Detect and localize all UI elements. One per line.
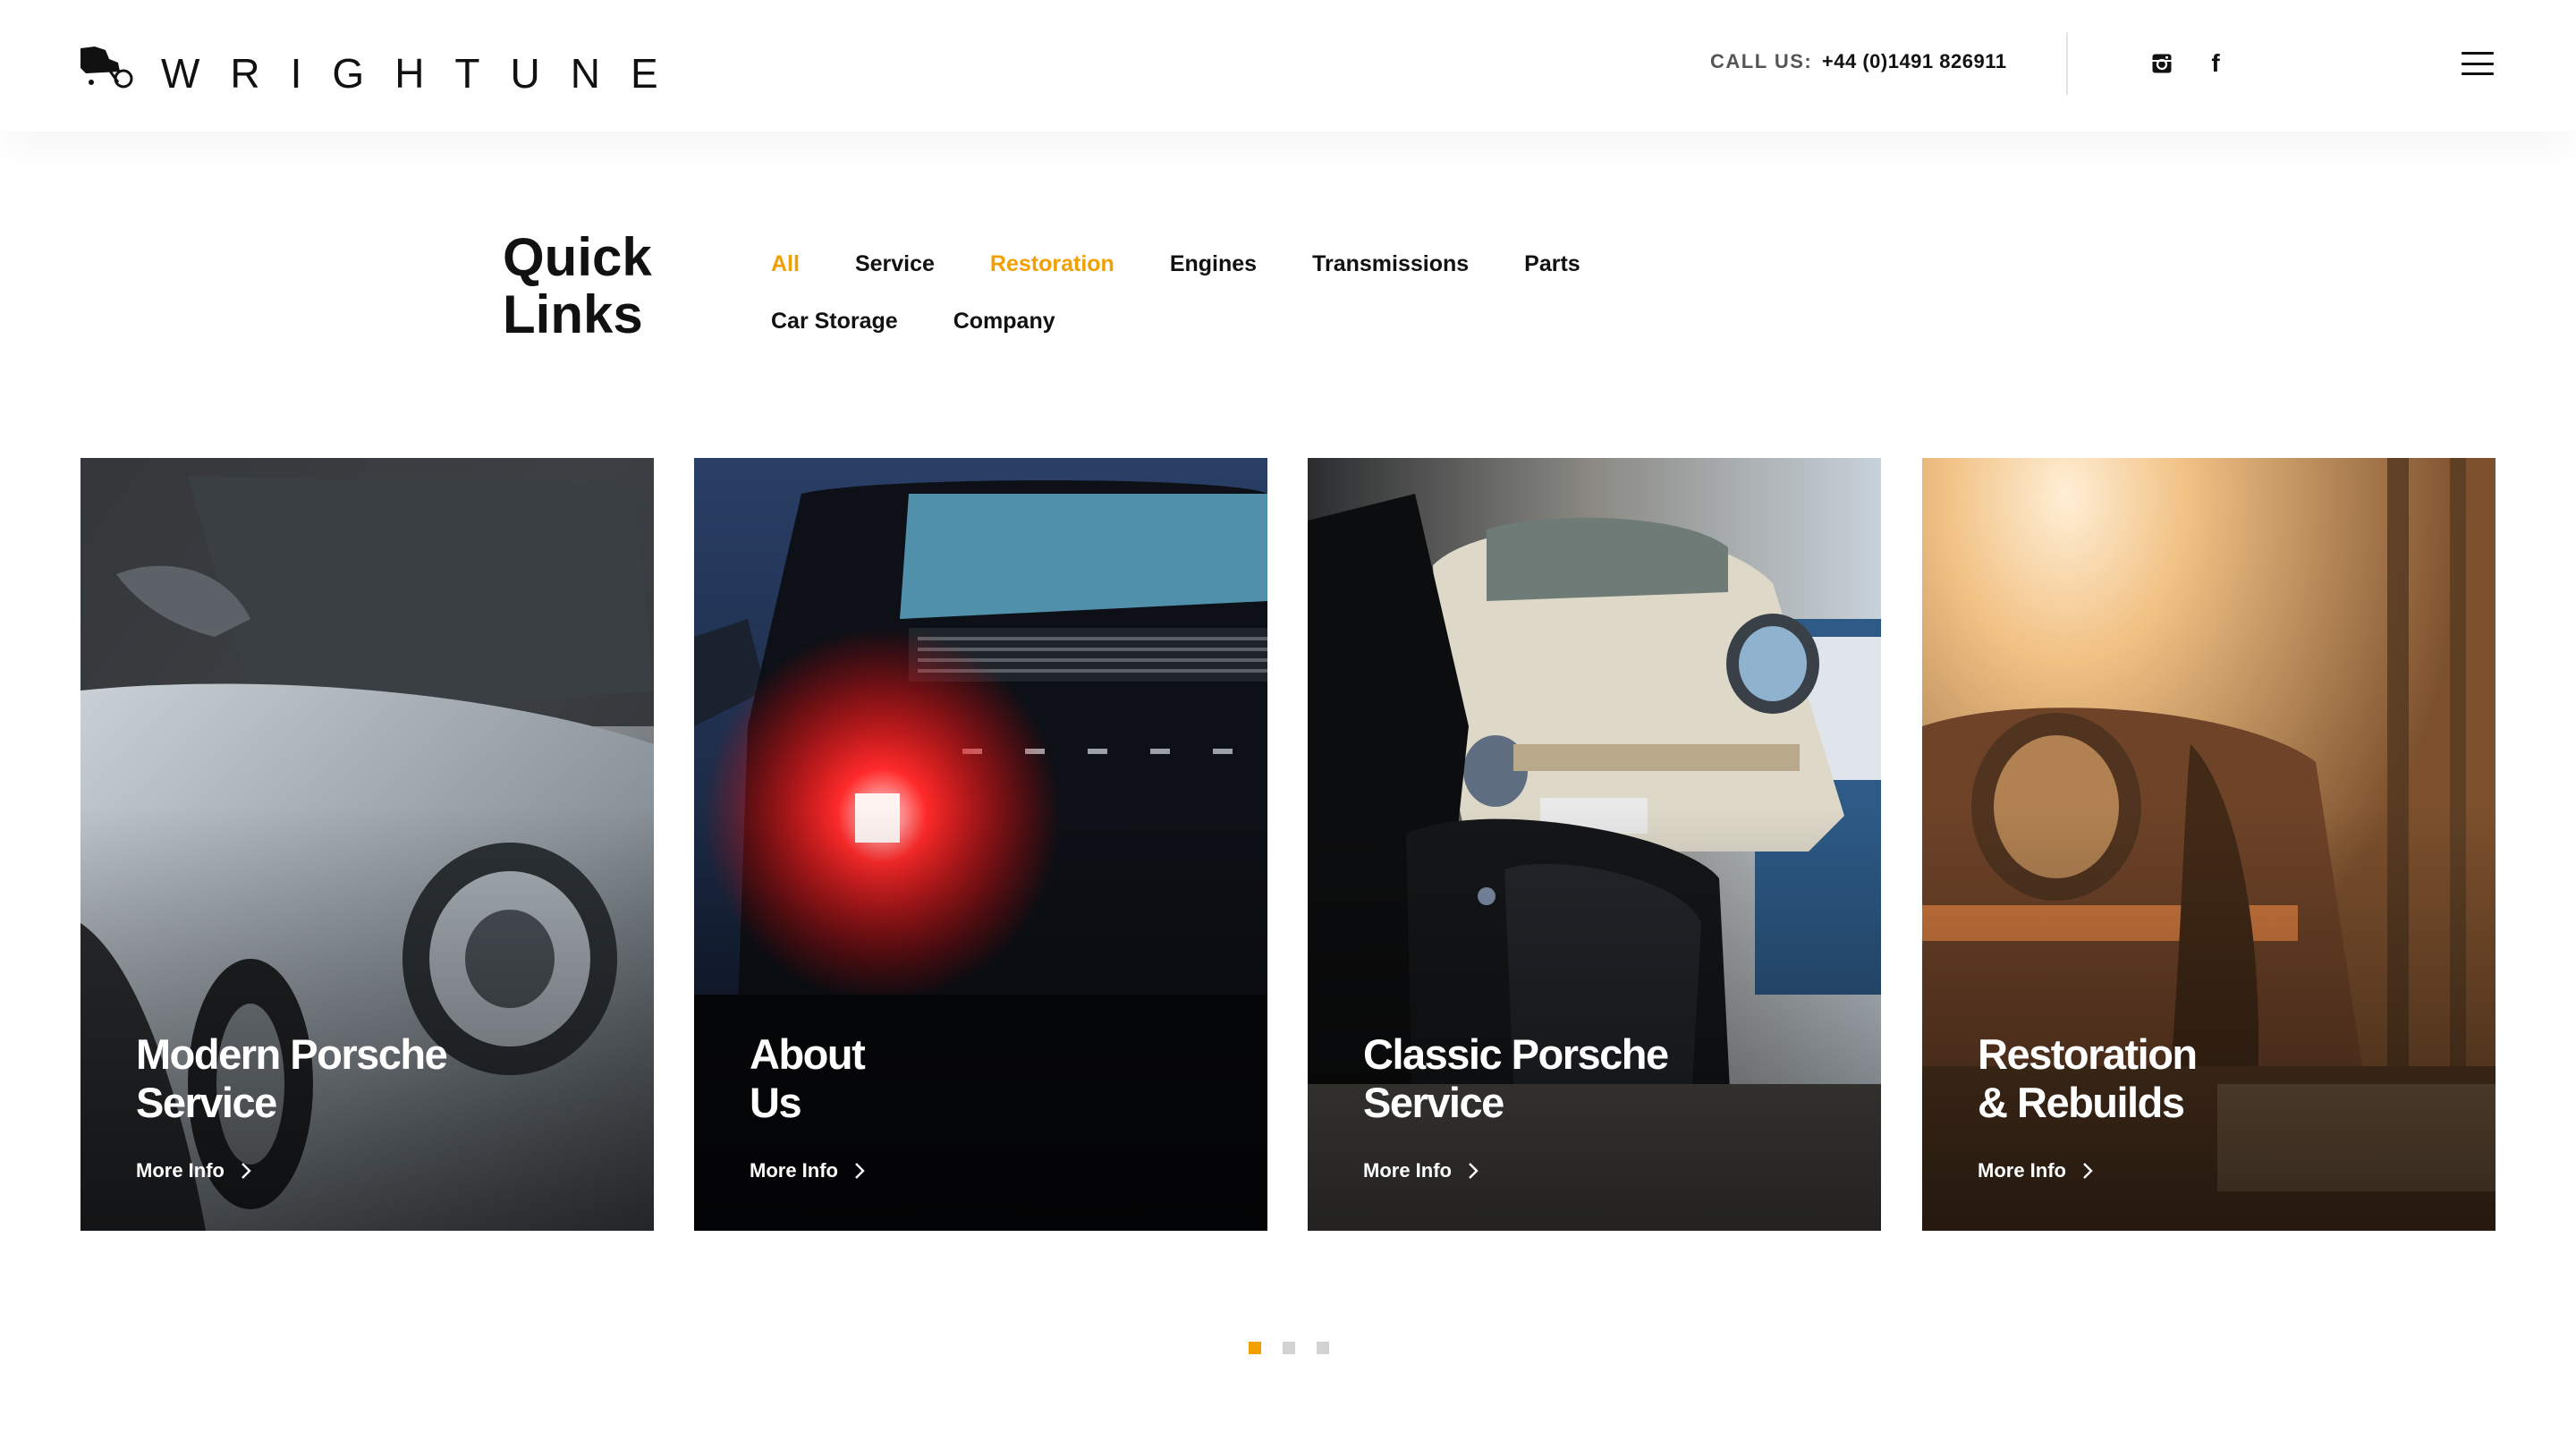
card-title-line2: Us — [750, 1079, 802, 1126]
more-info-label: More Info — [1363, 1159, 1452, 1182]
menu-line — [2462, 72, 2494, 75]
quick-links-title-line2: Links — [503, 284, 643, 344]
menu-line — [2462, 62, 2494, 65]
quick-link-car-storage[interactable]: Car Storage — [771, 308, 898, 335]
card-classic-porsche-service[interactable]: Classic Porsche Service More Info — [1308, 458, 1881, 1231]
more-info-link[interactable]: More Info — [750, 1159, 867, 1182]
chevron-right-icon — [242, 1163, 251, 1179]
more-info-link[interactable]: More Info — [1978, 1159, 2095, 1182]
card-about-us[interactable]: About Us More Info — [694, 458, 1267, 1231]
card-title-line1: Modern Porsche — [136, 1030, 448, 1078]
instagram-link[interactable] — [2150, 52, 2174, 75]
quick-links-nav: All Service Restoration Engines Transmis… — [771, 250, 1665, 335]
pager-dot-3[interactable] — [1317, 1342, 1329, 1354]
menu-line — [2462, 52, 2494, 55]
chevron-right-icon — [855, 1163, 865, 1179]
card-title: About Us — [750, 1030, 1215, 1127]
service-cards: Modern Porsche Service More Info About U… — [80, 458, 2496, 1231]
header-divider — [2066, 32, 2068, 95]
card-title-line2: & Rebuilds — [1978, 1079, 2185, 1126]
chevron-right-icon — [2083, 1163, 2093, 1179]
card-title: Classic Porsche Service — [1363, 1030, 1828, 1127]
call-us[interactable]: CALL US: +44 (0)1491 826911 — [1710, 50, 2006, 73]
chevron-right-icon — [1469, 1163, 1479, 1179]
card-title-line1: About — [750, 1030, 866, 1078]
quick-link-all[interactable]: All — [771, 250, 800, 277]
quick-link-service[interactable]: Service — [855, 250, 935, 277]
car-logo-icon — [80, 47, 133, 89]
quick-link-transmissions[interactable]: Transmissions — [1312, 250, 1469, 277]
hamburger-menu-icon[interactable] — [2462, 52, 2494, 75]
card-title-line1: Restoration — [1978, 1030, 2198, 1078]
facebook-link[interactable]: f — [2204, 49, 2227, 77]
pager-dot-2[interactable] — [1283, 1342, 1295, 1354]
quick-link-parts[interactable]: Parts — [1524, 250, 1580, 277]
card-title: Modern Porsche Service — [136, 1030, 601, 1127]
brand-name: WRIGHTUNE — [161, 50, 689, 97]
pager-dot-1[interactable] — [1249, 1342, 1261, 1354]
quick-link-engines[interactable]: Engines — [1170, 250, 1257, 277]
instagram-icon — [2152, 54, 2172, 73]
quick-links-title-line1: Quick — [503, 227, 652, 287]
brand-logo[interactable]: WRIGHTUNE — [79, 39, 689, 97]
card-title-line1: Classic Porsche — [1363, 1030, 1669, 1078]
facebook-icon: f — [2211, 49, 2220, 77]
card-title-line2: Service — [136, 1079, 277, 1126]
call-number[interactable]: +44 (0)1491 826911 — [1822, 50, 2007, 72]
quick-link-company[interactable]: Company — [953, 308, 1055, 335]
card-restoration-rebuilds[interactable]: Restoration & Rebuilds More Info — [1922, 458, 2496, 1231]
more-info-label: More Info — [136, 1159, 225, 1182]
more-info-link[interactable]: More Info — [136, 1159, 253, 1182]
card-title: Restoration & Rebuilds — [1978, 1030, 2443, 1127]
card-modern-porsche-service[interactable]: Modern Porsche Service More Info — [80, 458, 654, 1231]
quick-link-restoration[interactable]: Restoration — [990, 250, 1114, 277]
carousel-pager — [1249, 1342, 1329, 1354]
quick-links-title: Quick Links — [503, 229, 682, 343]
site-header: WRIGHTUNE CALL US: +44 (0)1491 826911 f — [0, 0, 2576, 131]
more-info-link[interactable]: More Info — [1363, 1159, 1480, 1182]
more-info-label: More Info — [1978, 1159, 2066, 1182]
card-title-line2: Service — [1363, 1079, 1504, 1126]
call-label: CALL US: — [1710, 50, 1813, 72]
more-info-label: More Info — [750, 1159, 838, 1182]
